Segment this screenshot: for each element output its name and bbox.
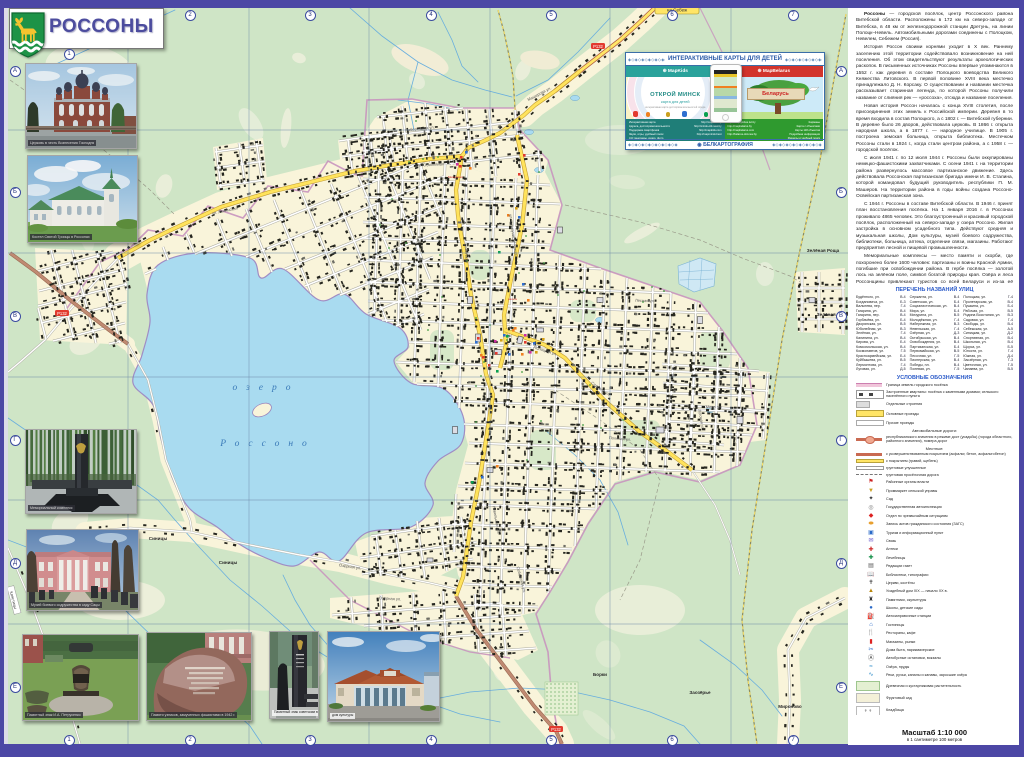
svg-text:Синицы: Синицы — [149, 536, 168, 541]
svg-text:Россоно: Россоно — [219, 439, 316, 449]
svg-text:Мемориал: Мемориал — [448, 175, 463, 179]
svg-text:Зелёная Роща: Зелёная Роща — [807, 248, 840, 253]
svg-text:Р132: Р132 — [593, 44, 603, 49]
svg-text:Заозёрье: Заозёрье — [689, 690, 711, 695]
svg-text:Синицы: Синицы — [219, 560, 238, 565]
svg-text:Лесная ул.: Лесная ул. — [635, 298, 655, 304]
svg-text:Р132: Р132 — [551, 727, 561, 732]
svg-text:Р132: Р132 — [57, 311, 67, 316]
svg-text:Борки: Борки — [593, 672, 607, 677]
svg-text:озеро: озеро — [232, 383, 299, 393]
svg-text:Мироново: Мироново — [778, 704, 802, 709]
svg-text:ул. Советская: ул. Советская — [464, 237, 470, 263]
svg-text:Мира ул.: Мира ул. — [706, 404, 722, 409]
svg-text:школа: школа — [508, 297, 517, 301]
